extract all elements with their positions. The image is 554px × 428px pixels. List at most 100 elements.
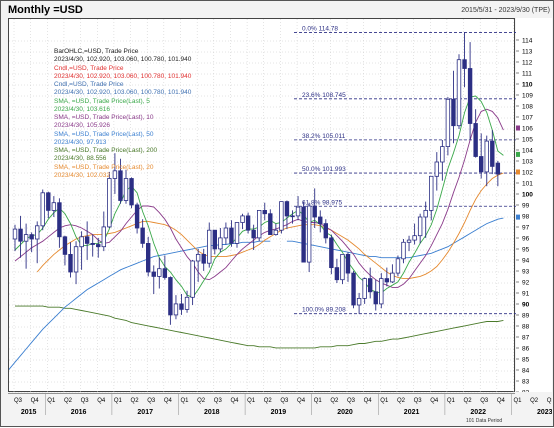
candle-body [456,59,462,127]
quarter-label: Q1 [380,398,389,404]
quarter-label: Q4 [31,398,40,404]
candle-body [462,59,467,69]
plot-area[interactable]: 0.0% 114.78 23.6% 108.745 38.2% 105.011 50.… [8,18,516,393]
quarter-label: Q4 [297,398,306,404]
candle-body [417,216,423,237]
year-label: 2017 [137,409,153,416]
legend-entry: 2023/4/30, 97.913 [54,138,107,146]
fib-label: 38.2% 105.011 [302,133,346,140]
quarter-label: Q3 [214,398,223,404]
candle-body [90,242,95,245]
quarter-label: Q1 [447,398,456,404]
candle-body [73,246,79,273]
quarter-label: Q1 [180,398,189,404]
candle-body [395,258,401,274]
y-tick-label: 100 [522,191,533,198]
quarter-label: Q1 [47,398,56,404]
year-label: 2020 [337,409,353,416]
candle-body [201,253,206,264]
y-tick-label: 98 [522,213,530,220]
y-tick-label: 90 [522,301,530,308]
candle-body [190,260,195,298]
legend-entry: 2023/4/30, 102.920, 103.060, 100.780, 10… [54,89,192,97]
candle-body [445,98,451,148]
candle-body [84,236,90,244]
candle-body [23,234,29,242]
legend-entry: 2023/4/30, 102.032 [54,171,111,179]
fib-label: 0.0% 114.78 [302,25,338,32]
y-tick-label: 93 [522,268,530,275]
fib-label: 50.0% 101.993 [302,166,346,173]
candle-body [184,296,190,310]
y-tick-label: 94 [522,257,530,264]
chart-title: Monthly =USD [8,4,83,16]
legend-entry: SMA, =USD, Trade Price(Last), 50 [54,130,154,138]
legend-entry: 2023/4/30, 102.920, 103.060, 100.780, 10… [54,72,192,80]
quarter-label: Q3 [14,398,23,404]
y-tick-label: 97 [522,224,530,231]
legend-entry: BarOHLC,=USD, Trade Price [54,48,139,55]
y-tick-label: 113 [522,48,533,55]
last-value-marker [516,214,520,220]
y-tick-label: 89 [522,312,530,319]
quarter-label: Q3 [280,398,289,404]
candle-body [12,228,18,240]
quarter-label: Q4 [430,398,439,404]
candle-body [251,229,256,239]
y-tick-label: 103 [522,158,533,165]
candle-body [312,205,317,218]
last-value-marker [516,151,520,157]
candle-body [107,178,112,228]
candle-body [434,161,439,177]
candle-body [373,291,378,305]
year-label: 2019 [271,409,287,416]
legend-entry: 2023/4/30, 105.926 [54,122,111,130]
last-value-marker [516,125,520,131]
candle-body [140,227,145,244]
legend-entry: 2023/4/30, 102.920, 103.060, 100.780, 10… [54,56,192,64]
candle-body [323,223,328,239]
y-tick-label: 109 [522,92,533,99]
quarter-label: Q3 [81,398,90,404]
quarter-label: Q2 [397,398,406,404]
candle-body [256,209,262,239]
y-tick-label: 104 [522,147,533,154]
candle-body [68,253,73,273]
y-tick-label: 106 [522,125,533,132]
candle-body [290,215,295,218]
candle-body [467,68,473,124]
candle-body [145,242,151,273]
y-tick-label: 85 [522,356,530,363]
y-tick-label: 83 [522,378,530,385]
y-tick-label: 92 [522,279,530,286]
candle-body [284,201,290,217]
candle-body [51,202,57,211]
candle-body [229,227,234,244]
year-label: 2023 [537,409,552,416]
fib-label: 100.0% 89.208 [302,307,346,314]
quarter-label: Q1 [114,398,123,404]
quarter-label: Q4 [230,398,239,404]
quarter-label: Q2 [131,398,140,404]
quarter-label: Q2 [330,398,339,404]
candle-body [301,206,306,263]
y-tick-label: 114 [522,37,533,44]
candle-body [329,237,334,268]
y-tick-label: 111 [522,70,532,77]
y-tick-label: 108 [522,103,533,110]
candle-body [412,235,417,241]
candle-body [18,228,23,242]
candle-body [29,234,34,240]
candle-body [218,237,223,250]
candle-body [351,272,356,306]
quarter-label: Q2 [264,398,273,404]
y-tick-label: 88 [522,323,530,330]
y-tick-label: 101 [522,180,533,187]
quarter-label: Q4 [364,398,373,404]
candle-body [234,222,240,244]
legend-entry: SMA, =USD, Trade Price(Last), 200 [54,147,158,154]
candle-body [367,278,373,293]
legend: BarOHLC,=USD, Trade Price 2023/4/30, 102.… [54,48,191,180]
quarter-label: Q1 [314,398,323,404]
candle-body [179,303,184,310]
